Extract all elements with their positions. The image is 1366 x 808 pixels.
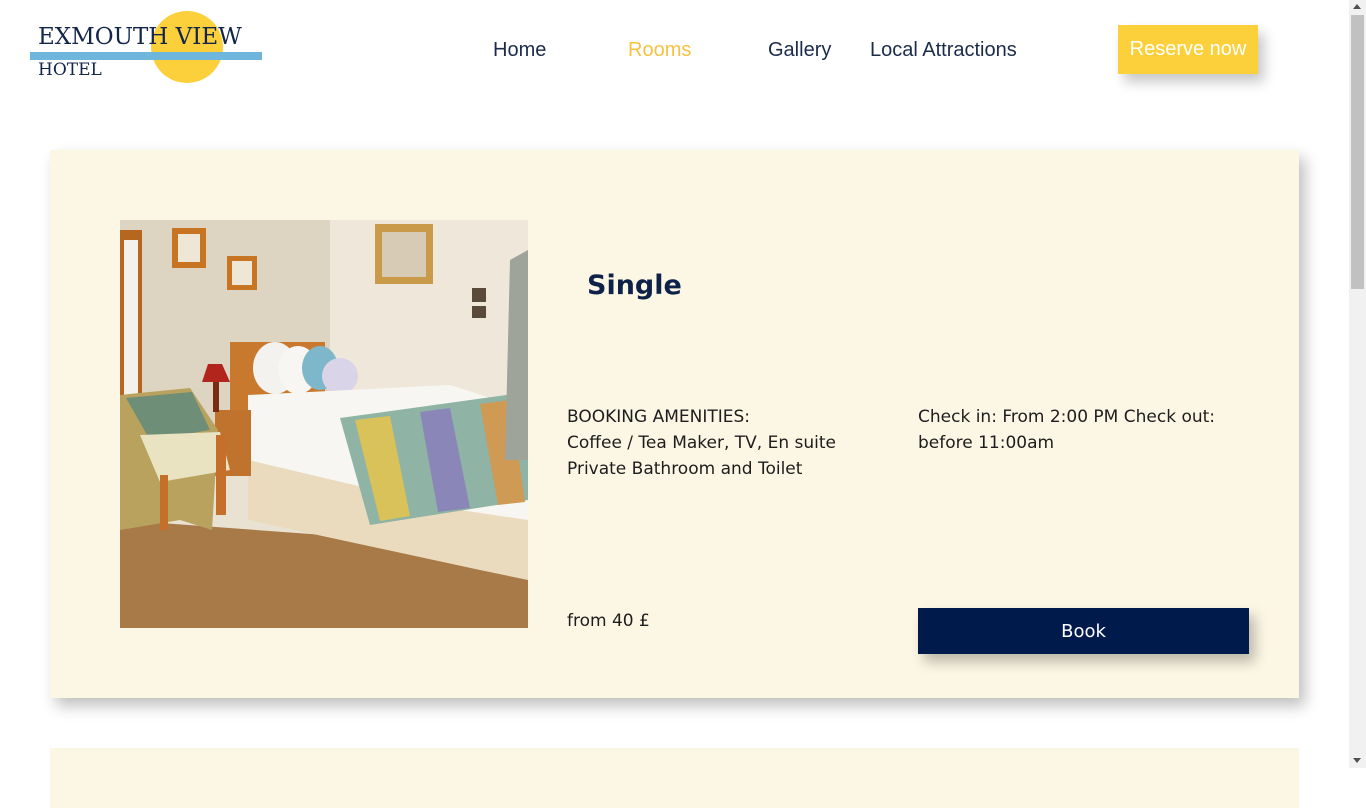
room-card-next xyxy=(50,748,1299,808)
reserve-now-button[interactable]: Reserve now xyxy=(1118,25,1258,74)
scrollbar-thumb[interactable] xyxy=(1351,15,1364,289)
vertical-scrollbar[interactable] xyxy=(1349,0,1366,768)
bedroom-image xyxy=(120,220,528,628)
amenities-list: Coffee / Tea Maker, TV, En suite Private… xyxy=(567,433,837,479)
logo-subtitle: HOTEL xyxy=(38,60,102,80)
book-button[interactable]: Book xyxy=(918,608,1249,654)
amenities-heading: BOOKING AMENITIES: xyxy=(567,407,751,427)
checkin-info: Check in: From 2:00 PM Check out: before… xyxy=(918,407,1216,453)
scroll-up-arrow-icon[interactable] xyxy=(1353,4,1361,9)
room-title: Single xyxy=(587,270,682,302)
booking-amenities: BOOKING AMENITIES: Coffee / Tea Maker, T… xyxy=(567,404,887,482)
nav-local-attractions[interactable]: Local Attractions xyxy=(870,38,1017,62)
nav-home[interactable]: Home xyxy=(493,38,546,62)
logo-title: EXMOUTH VIEW xyxy=(38,24,242,50)
nav-rooms[interactable]: Rooms xyxy=(628,38,691,62)
nav-gallery[interactable]: Gallery xyxy=(768,38,831,62)
hotel-logo[interactable]: EXMOUTH VIEW HOTEL xyxy=(30,10,262,85)
scroll-down-arrow-icon[interactable] xyxy=(1353,758,1361,763)
room-card: Single BOOKING AMENITIES: Coffee / Tea M… xyxy=(50,150,1299,698)
room-photo xyxy=(120,220,528,628)
logo-stripe xyxy=(30,52,262,60)
room-price: from 40 £ xyxy=(567,611,650,631)
